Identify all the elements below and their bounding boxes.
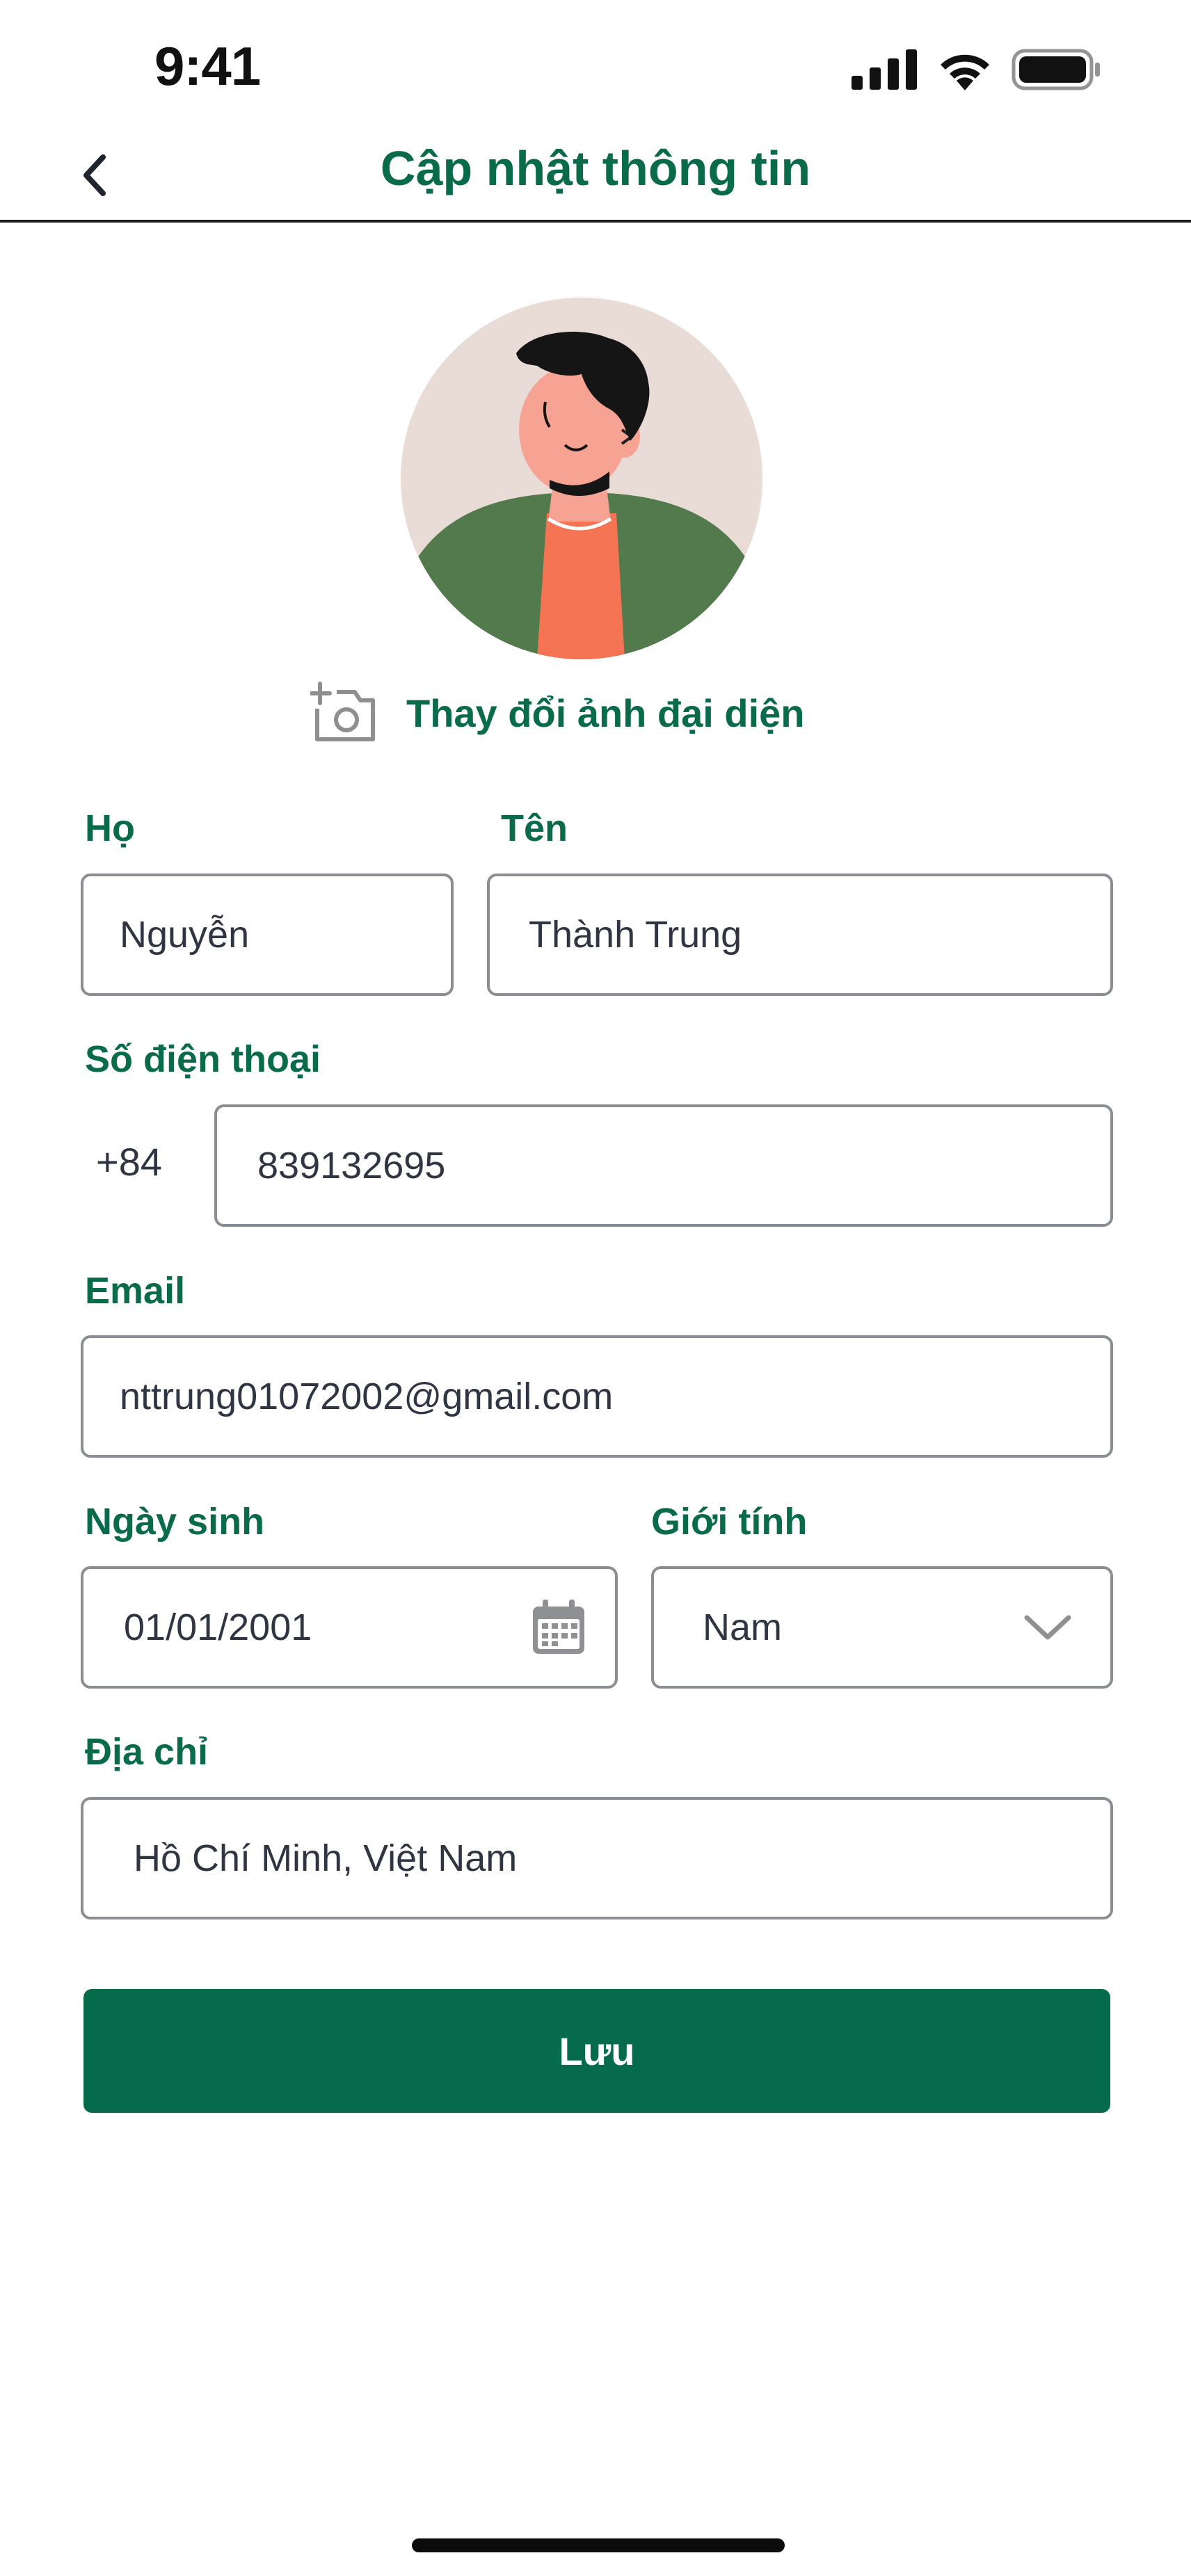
phone-label: Số điện thoại (85, 1038, 321, 1080)
last-name-field[interactable]: Nguyễn (81, 874, 454, 996)
status-time: 9:41 (154, 35, 261, 97)
add-photo-icon (310, 682, 375, 741)
avatar[interactable] (401, 298, 762, 659)
email-field[interactable]: nttrung01072002@gmail.com (81, 1335, 1113, 1458)
last-name-label: Họ (85, 807, 135, 849)
change-avatar-label: Thay đổi ảnh đại diện (406, 691, 805, 735)
page-title: Cập nhật thông tin (380, 141, 811, 195)
address-field[interactable]: Hồ Chí Minh, Việt Nam (81, 1797, 1113, 1919)
nav-bar: Cập nhật thông tin (0, 132, 1191, 223)
email-value: nttrung01072002@gmail.com (120, 1376, 614, 1417)
last-name-value: Nguyễn (120, 914, 250, 956)
gender-select[interactable]: Nam (651, 1566, 1113, 1689)
gender-value: Nam (703, 1607, 783, 1648)
first-name-label: Tên (501, 807, 568, 849)
wifi-icon (941, 54, 989, 90)
address-label: Địa chỉ (85, 1731, 209, 1773)
gender-label: Giới tính (651, 1501, 808, 1543)
save-button[interactable]: Lưu (83, 1989, 1110, 2113)
status-icons (852, 49, 1102, 90)
change-avatar-button[interactable]: Thay đổi ảnh đại diện (310, 678, 805, 748)
phone-value: 839132695 (257, 1145, 446, 1186)
battery-icon (1012, 49, 1100, 90)
chevron-down-icon (1024, 1615, 1071, 1640)
address-value: Hồ Chí Minh, Việt Nam (134, 1837, 518, 1879)
email-label: Email (85, 1270, 186, 1312)
first-name-value: Thành Trung (529, 914, 742, 956)
birthday-value: 01/01/2001 (124, 1607, 312, 1648)
calendar-icon (533, 1600, 584, 1654)
birthday-label: Ngày sinh (85, 1501, 265, 1543)
birthday-field[interactable]: 01/01/2001 (81, 1566, 618, 1689)
phone-field[interactable]: 839132695 (214, 1104, 1113, 1227)
home-indicator (412, 2538, 785, 2552)
signal-icon (852, 49, 917, 90)
phone-country-code: +84 (96, 1140, 162, 1184)
avatar-illustration (401, 298, 762, 659)
status-bar: 9:41 (0, 0, 1191, 132)
first-name-field[interactable]: Thành Trung (487, 874, 1113, 996)
calendar-button[interactable] (530, 1598, 587, 1657)
